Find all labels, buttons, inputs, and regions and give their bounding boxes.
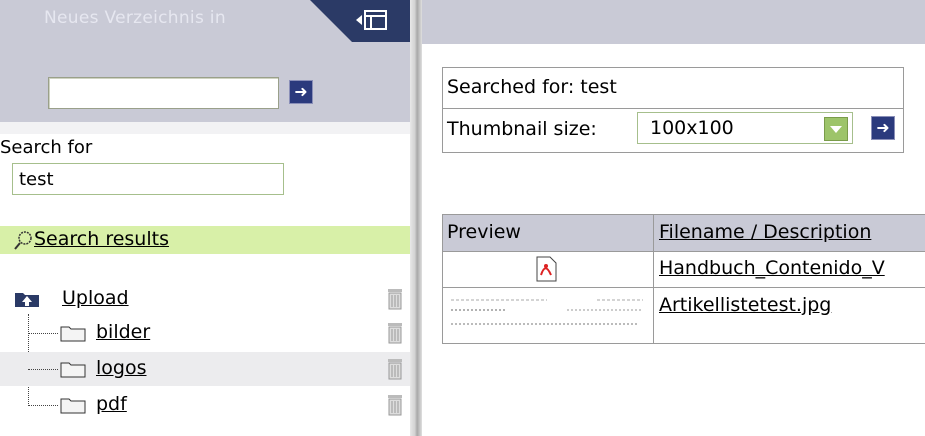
delete-icon[interactable] (386, 321, 404, 345)
search-results-item[interactable]: Search results (0, 226, 410, 254)
table-row: Artikellistetest.jpg (443, 288, 925, 342)
folder-icon (60, 362, 86, 378)
file-link[interactable]: Artikellistetest.jpg (659, 294, 831, 316)
search-info-box: Searched for: test Thumbnail size: 100x1… (442, 67, 904, 153)
apply-thumbnail-button[interactable]: ➜ (871, 116, 895, 140)
main-panel: Searched for: test Thumbnail size: 100x1… (422, 0, 925, 436)
tree-item-pdf[interactable]: pdf (0, 388, 410, 422)
tree-connector (28, 405, 58, 406)
folder-icon (60, 398, 86, 414)
chevron-down-icon[interactable] (824, 117, 848, 141)
pdf-icon[interactable] (535, 256, 557, 282)
search-icon (14, 231, 32, 250)
delete-icon[interactable] (386, 393, 404, 417)
search-input[interactable]: test (12, 163, 284, 195)
table-header: Preview Filename / Description (443, 215, 925, 252)
preview-header: Preview (447, 221, 521, 243)
folder-icon (60, 326, 86, 342)
tree-item-label[interactable]: logos (96, 357, 147, 379)
search-results-link[interactable]: Search results (34, 228, 169, 250)
new-directory-title: Neues Verzeichnis in (44, 8, 226, 28)
frame-divider[interactable] (410, 0, 422, 436)
tree-item-upload[interactable]: Upload (0, 282, 410, 316)
new-directory-panel: Neues Verzeichnis in ➜ (0, 0, 410, 122)
searched-for-text: Searched for: test (447, 76, 617, 98)
tree-item-bilder[interactable]: bilder (0, 316, 410, 350)
tree-item-label[interactable]: bilder (96, 321, 150, 343)
new-directory-input[interactable] (48, 77, 279, 109)
table-row: Handbuch_Contenido_V (443, 251, 925, 288)
delete-icon[interactable] (386, 287, 404, 311)
column-divider (653, 215, 654, 343)
search-label: Search for (0, 137, 93, 158)
image-thumbnail[interactable] (447, 294, 647, 334)
panel-separator (0, 122, 410, 134)
tree-connector (28, 369, 58, 370)
upload-folder-icon (15, 293, 39, 307)
thumbnail-size-label: Thumbnail size: (447, 118, 597, 140)
tree-item-logos[interactable]: logos (0, 352, 410, 386)
file-link[interactable]: Handbuch_Contenido_V (659, 257, 885, 279)
results-table: Preview Filename / Description Handbuch_… (442, 214, 925, 344)
toggle-frame-icon[interactable] (354, 9, 388, 31)
tree-item-label[interactable]: pdf (96, 393, 127, 415)
delete-icon[interactable] (386, 357, 404, 381)
tree-connector (28, 333, 58, 334)
thumbnail-size-value: 100x100 (650, 117, 734, 139)
tree-item-label[interactable]: Upload (62, 287, 129, 309)
create-directory-button[interactable]: ➜ (289, 80, 313, 104)
main-header-band (422, 0, 925, 44)
thumbnail-size-select[interactable]: 100x100 (637, 112, 853, 144)
filename-header[interactable]: Filename / Description (659, 221, 871, 243)
left-sidebar: Neues Verzeichnis in ➜ Search for test S… (0, 0, 410, 436)
searched-for-row: Searched for: test (443, 68, 903, 109)
